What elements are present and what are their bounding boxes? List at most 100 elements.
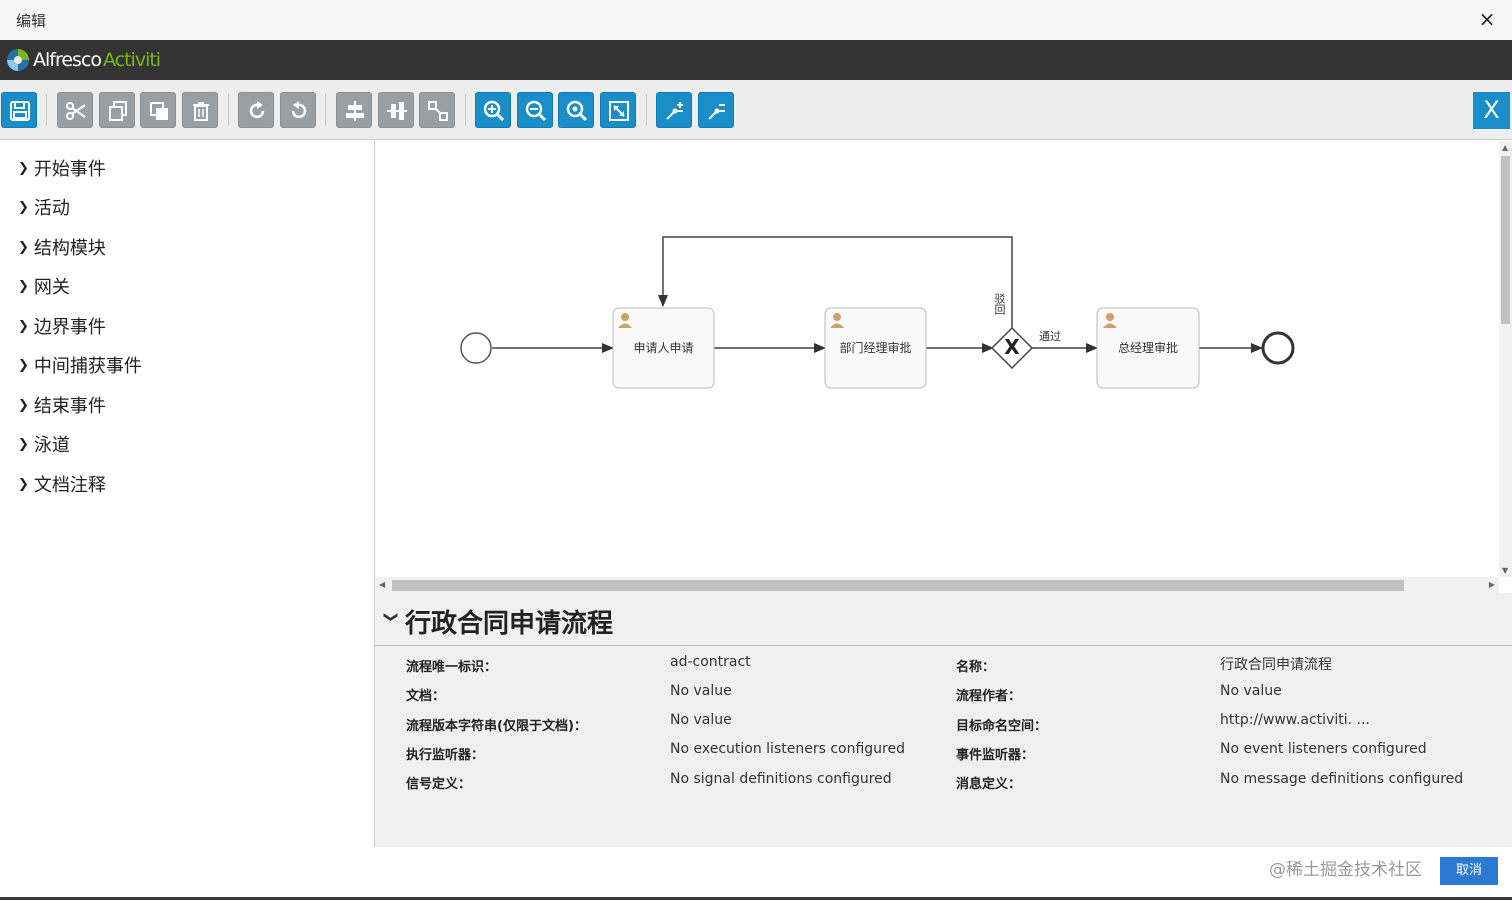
prop-label-event-listeners: 事件监听器： [956,748,1035,763]
delete-icon [193,102,209,121]
palette-sidebar: ❯ 开始事件 ❯ 活动 ❯ 结构模块 ❯ 网关 ❯ 边界事件 ❯ 中间捕获事件 ❯ 结束事件 … [0,141,375,847]
palette-group-label: 网关 [33,277,70,298]
cut-button[interactable] [57,92,93,128]
cancel-button[interactable]: 取消 [1440,857,1498,885]
task-label: 总经理审批 [1117,341,1178,355]
end-event[interactable] [1261,331,1295,365]
task-label: 部门经理审批 [839,341,912,355]
close-icon[interactable]: × [1476,8,1498,30]
remove-bendpoint-button[interactable] [698,92,734,128]
redo-button[interactable] [238,92,274,128]
gateway-x-glyph: X [1004,335,1020,359]
close-editor-button[interactable]: X [1473,92,1510,129]
toolbar-separator [646,94,647,126]
palette-group-label: 边界事件 [33,317,106,338]
prop-value-documentation[interactable]: No value [670,683,732,699]
align-vertical-button[interactable] [378,92,414,128]
chevron-right-icon: ❯ [18,318,29,334]
prop-value-execution-listeners[interactable]: No execution listeners configured [670,741,905,757]
property-panel-header[interactable]: ❯ 行政合同申请流程 [375,593,1512,646]
zoom-fit-icon [609,101,629,121]
copy-button[interactable] [99,92,135,128]
chevron-right-icon: ❯ [18,239,29,255]
horizontal-scrollbar[interactable]: ◀ ▶ [375,577,1499,593]
chevron-right-icon: ❯ [18,199,29,215]
zoom-in-button[interactable] [475,92,511,128]
align-vertical-icon [387,102,407,120]
prop-label-message-definitions: 消息定义： [956,777,1022,792]
same-size-icon [428,101,448,121]
prop-value-message-definitions[interactable]: No message definitions configured [1220,771,1463,787]
palette-group-gateways[interactable]: ❯ 网关 [18,273,70,299]
zoom-fit-button[interactable] [600,92,636,128]
process-title: 行政合同申请流程 [405,609,614,639]
chevron-right-icon: ❯ [18,476,29,492]
prop-value-namespace[interactable]: http://www.activiti. ... [1220,712,1370,728]
brand-name-alfresco: Alfresco [33,49,102,71]
zoom-out-button[interactable] [517,92,553,128]
palette-group-intermediate-catch-events[interactable]: ❯ 中间捕获事件 [18,352,142,378]
prop-value-event-listeners[interactable]: No event listeners configured [1220,741,1427,757]
add-bendpoint-button[interactable] [656,92,692,128]
undo-icon [291,101,307,119]
bpmn-diagram [460,236,1295,389]
zoom-out-icon [525,100,547,122]
prop-label-documentation: 文档： [406,689,446,704]
undo-button[interactable] [280,92,316,128]
prop-label-execution-listeners: 执行监听器： [406,748,485,763]
same-size-button[interactable] [419,92,455,128]
prop-label-signal-definitions: 信号定义： [406,777,472,792]
scroll-right-icon[interactable]: ▶ [1489,580,1495,589]
toolbar-separator [46,94,47,126]
flow-label-approve: 通过 [1039,330,1061,343]
save-button[interactable] [1,92,37,128]
prop-value-version[interactable]: No value [670,712,732,728]
prop-label-author: 流程作者： [956,689,1022,704]
redo-icon [249,101,265,119]
prop-label-process-id: 流程唯一标识： [406,660,498,675]
scroll-left-icon[interactable]: ◀ [379,580,385,589]
dialog-title-bar: 编辑 × [0,0,1512,40]
scrollbar-thumb[interactable] [392,580,1404,591]
prop-value-process-id[interactable]: ad-contract [670,654,751,670]
palette-group-label: 开始事件 [33,159,106,180]
prop-label-version: 流程版本字符串(仅限于文档)： [406,719,587,734]
palette-group-label: 结构模块 [33,238,106,259]
palette-group-label: 文档注释 [33,475,106,496]
palette-group-activities[interactable]: ❯ 活动 [18,194,70,220]
start-event[interactable] [460,332,492,364]
chevron-right-icon: ❯ [18,397,29,413]
prop-value-author[interactable]: No value [1220,683,1282,699]
paste-button[interactable] [140,92,176,128]
diagram-canvas[interactable]: 申请人申请 部门经理审批 总经理审批 X 驳回 通过 ▲ ▼ ◀ ▶ [375,141,1512,593]
task-label: 申请人申请 [633,341,694,355]
dialog-title: 编辑 [16,12,47,30]
palette-group-swimlanes[interactable]: ❯ 泳道 [18,431,70,457]
toolbar-separator [228,94,229,126]
palette-group-boundary-events[interactable]: ❯ 边界事件 [18,313,106,339]
vertical-scrollbar[interactable]: ▲ ▼ [1499,141,1512,577]
chevron-right-icon: ❯ [18,357,29,373]
palette-group-start-events[interactable]: ❯ 开始事件 [18,155,106,181]
palette-group-artifacts[interactable]: ❯ 文档注释 [18,471,106,497]
scroll-up-icon[interactable]: ▲ [1502,143,1508,152]
activiti-logo-icon [7,49,29,71]
brand-name-activiti: Activiti [103,49,161,71]
prop-value-signal-definitions[interactable]: No signal definitions configured [670,771,892,787]
toolbar: X [0,80,1512,140]
prop-label-namespace: 目标命名空间： [956,719,1048,734]
flow-label-reject: 驳回 [993,293,1006,315]
save-icon [10,101,30,121]
watermark: @稀土掘金技术社区 [1269,860,1422,880]
prop-value-name[interactable]: 行政合同申请流程 [1220,654,1332,674]
align-horizontal-button[interactable] [336,92,372,128]
dialog-footer: @稀土掘金技术社区 取消 [0,847,1512,900]
zoom-actual-button[interactable] [558,92,594,128]
chevron-down-icon[interactable]: ❯ [383,611,399,623]
scrollbar-thumb[interactable] [1501,156,1510,324]
palette-group-label: 活动 [33,198,70,219]
scroll-down-icon[interactable]: ▼ [1502,566,1508,575]
palette-group-structural[interactable]: ❯ 结构模块 [18,234,106,260]
palette-group-end-events[interactable]: ❯ 结束事件 [18,392,106,418]
delete-button[interactable] [182,92,218,128]
